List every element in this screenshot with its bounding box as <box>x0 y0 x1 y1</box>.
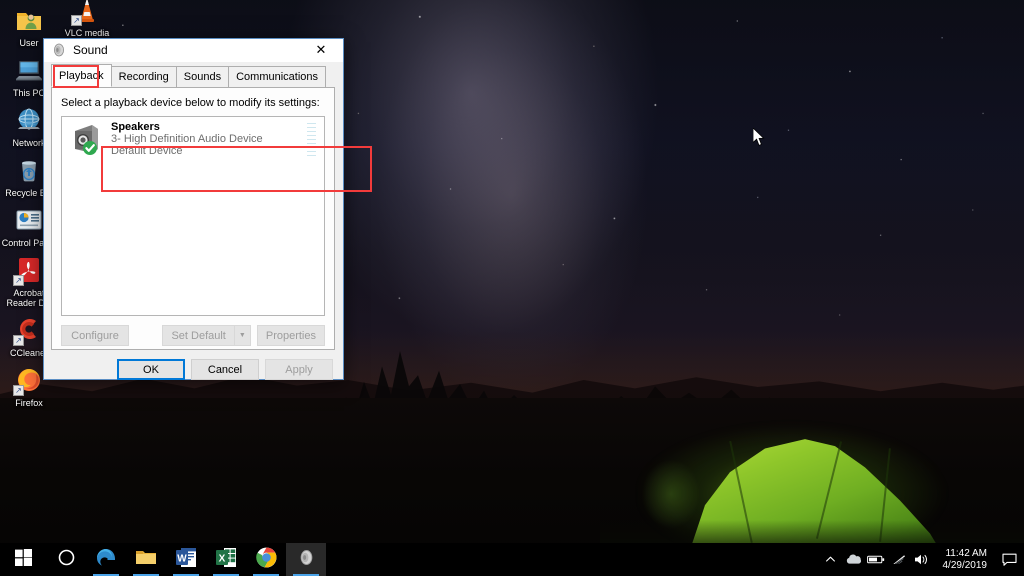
desktop-icon-vlc-media[interactable]: ↗ VLC media <box>58 0 116 40</box>
word-icon: W <box>176 547 196 573</box>
wifi-icon[interactable] <box>888 543 911 576</box>
taskbar-microsoft-excel[interactable]: X <box>206 543 246 576</box>
user-folder-icon <box>13 4 45 36</box>
speaker-icon <box>297 548 316 572</box>
apply-button[interactable]: Apply <box>265 359 333 380</box>
cortana-circle-icon <box>58 549 75 571</box>
desktop-icon-label: This PC <box>12 88 45 98</box>
chevron-down-icon[interactable]: ▼ <box>233 325 251 346</box>
list-item[interactable]: Speakers 3- High Definition Audio Device… <box>62 117 324 160</box>
recycle-bin-icon <box>13 154 45 186</box>
taskbar-file-explorer[interactable] <box>126 543 166 576</box>
excel-icon: X <box>216 547 236 573</box>
action-center-button[interactable] <box>996 543 1022 576</box>
onedrive-icon[interactable] <box>842 543 865 576</box>
taskbar-microsoft-edge[interactable] <box>86 543 126 576</box>
playback-tab-panel: Select a playback device below to modify… <box>51 88 335 350</box>
taskbar[interactable]: W X 11:42 AM 4/29/2019 <box>0 543 1024 576</box>
sound-dialog[interactable]: Sound ✕ Playback Recording Sounds Commun… <box>43 38 372 380</box>
volume-icon[interactable] <box>911 543 934 576</box>
dialog-tabstrip[interactable]: Playback Recording Sounds Communications <box>51 64 335 88</box>
tab-playback[interactable]: Playback <box>51 64 112 87</box>
device-name: Speakers <box>111 120 160 133</box>
shortcut-arrow-icon: ↗ <box>13 275 24 286</box>
firefox-icon: ↗ <box>13 364 45 396</box>
network-globe-icon <box>13 104 45 136</box>
dialog-title: Sound <box>73 43 108 57</box>
folder-icon <box>135 547 157 572</box>
desktop-icon-label: User <box>19 38 39 48</box>
svg-text:W: W <box>177 553 187 564</box>
device-description: 3- High Definition Audio Device <box>111 132 263 145</box>
taskbar-microsoft-word[interactable]: W <box>166 543 206 576</box>
show-hidden-icons-button[interactable] <box>819 543 842 576</box>
shortcut-arrow-icon: ↗ <box>13 335 24 346</box>
taskbar-google-chrome[interactable] <box>246 543 286 576</box>
computer-icon <box>13 54 45 86</box>
desktop-icon-label: Firefox <box>15 398 43 408</box>
set-default-split-button[interactable]: Set Default ▼ <box>162 325 251 346</box>
panel-button-row: Configure Set Default ▼ Properties <box>61 325 325 346</box>
dialog-footer: OK Cancel Apply <box>44 350 343 380</box>
clock-time: 11:42 AM <box>945 547 987 559</box>
desktop-icon-label: Network <box>12 138 46 148</box>
configure-button[interactable]: Configure <box>61 325 129 346</box>
tab-sounds[interactable]: Sounds <box>175 66 230 87</box>
clock-date: 4/29/2019 <box>942 559 988 571</box>
desktop[interactable]: ↗ VLC media User This PC Network Recycle… <box>0 0 1024 576</box>
playback-device-list[interactable]: Speakers 3- High Definition Audio Device… <box>61 116 325 316</box>
vlc-cone-icon: ↗ <box>71 0 103 26</box>
chrome-icon <box>255 547 277 573</box>
speaker-device-icon <box>68 121 104 157</box>
shortcut-arrow-icon: ↗ <box>71 15 82 26</box>
speaker-icon <box>51 42 67 58</box>
system-tray[interactable]: 11:42 AM 4/29/2019 <box>819 543 1024 576</box>
dialog-titlebar[interactable]: Sound ✕ <box>44 39 343 62</box>
taskbar-sound-control-panel[interactable] <box>286 543 326 576</box>
cortana-search[interactable] <box>46 543 86 576</box>
acrobat-reader-icon: ↗ <box>13 254 45 286</box>
ok-button[interactable]: OK <box>117 359 185 380</box>
clock[interactable]: 11:42 AM 4/29/2019 <box>934 543 997 576</box>
panel-instruction-text: Select a playback device below to modify… <box>61 97 320 109</box>
svg-text:X: X <box>219 553 226 564</box>
battery-icon[interactable] <box>865 543 888 576</box>
cancel-button[interactable]: Cancel <box>191 359 259 380</box>
start-button[interactable] <box>0 543 46 576</box>
volume-level-meter <box>307 121 316 156</box>
desktop-icon-label: VLC media <box>64 28 110 38</box>
edge-icon <box>95 546 117 573</box>
ccleaner-icon: ↗ <box>13 314 45 346</box>
properties-button[interactable]: Properties <box>256 325 325 346</box>
device-text-block: Speakers 3- High Definition Audio Device… <box>111 121 307 157</box>
set-default-button[interactable]: Set Default <box>162 325 234 346</box>
tab-recording[interactable]: Recording <box>110 66 177 87</box>
close-icon[interactable]: ✕ <box>299 39 343 62</box>
control-panel-icon <box>13 204 45 236</box>
device-status: Default Device <box>111 144 183 157</box>
shortcut-arrow-icon: ↗ <box>13 385 24 396</box>
windows-logo-icon <box>14 548 32 571</box>
tab-communications[interactable]: Communications <box>228 66 327 87</box>
